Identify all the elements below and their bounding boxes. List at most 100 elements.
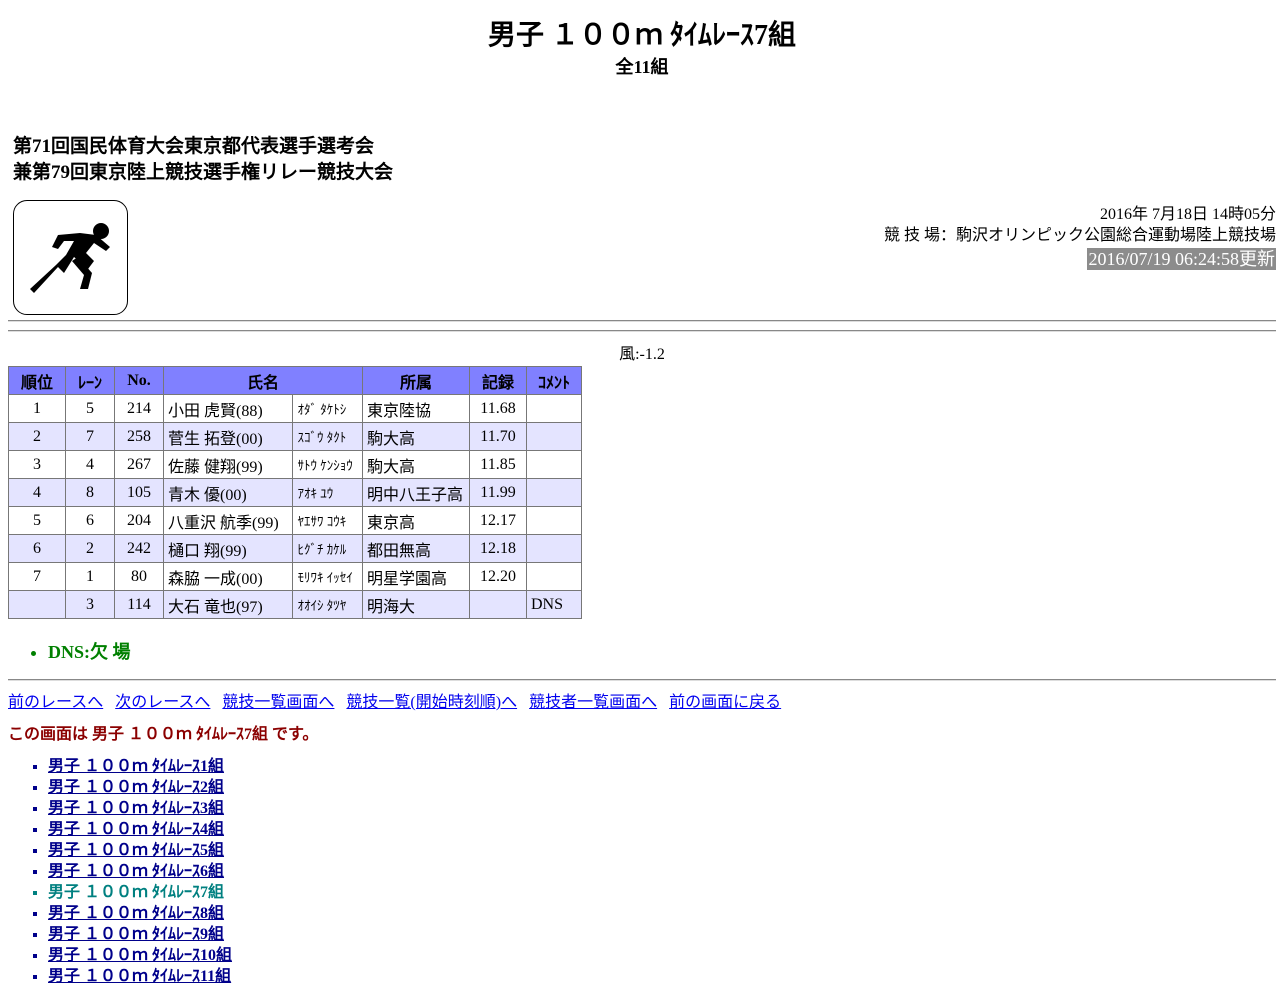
number-cell: 258 xyxy=(114,422,164,451)
comment-cell xyxy=(526,422,582,451)
race-datetime: 2016年 7月18日 14時05分 xyxy=(1099,206,1276,223)
next-race-link[interactable]: 次のレースへ xyxy=(115,694,210,711)
record-cell: 11.85 xyxy=(469,450,527,479)
prev-race-link[interactable]: 前のレースへ xyxy=(8,694,103,711)
table-header-row: 順位 ﾚｰﾝ No. 氏名 所属 記録 ｺﾒﾝﾄ xyxy=(8,366,582,395)
kana-cell: ｵｵｲｼ ﾀﾂﾔ xyxy=(292,590,363,619)
lane-cell: 4 xyxy=(65,450,115,479)
group-item[interactable]: 男子 １００ｍ ﾀｲﾑﾚｰｽ1組 xyxy=(48,756,232,777)
col-lane: ﾚｰﾝ xyxy=(65,366,115,395)
team-cell: 東京高 xyxy=(362,506,470,535)
table-row: 1 5 214 小田 虎賢(88) ｵﾀﾞ ﾀｹﾄｼ 東京陸協 11.68 xyxy=(8,394,582,423)
comment-cell xyxy=(526,450,582,479)
kana-cell: ｽｺﾞｳ ﾀｸﾄ xyxy=(292,422,363,451)
record-cell xyxy=(469,590,527,619)
number-cell: 80 xyxy=(114,562,164,591)
meet-name-line1: 第71回国民体育大会東京都代表選手選考会 xyxy=(13,136,375,157)
divider xyxy=(8,320,1276,322)
group-item[interactable]: 男子 １００ｍ ﾀｲﾑﾚｰｽ8組 xyxy=(48,903,232,924)
kana-cell: ﾋｸﾞﾁ ｶｹﾙ xyxy=(292,534,363,563)
group-item[interactable]: 男子 １００ｍ ﾀｲﾑﾚｰｽ3組 xyxy=(48,798,232,819)
nav-links: 前のレースへ 次のレースへ 競技一覧画面へ 競技一覧(開始時刻順)へ 競技者一覧… xyxy=(8,688,789,712)
group-link[interactable]: 男子 １００ｍ ﾀｲﾑﾚｰｽ11組 xyxy=(48,968,231,985)
table-row: 3 4 267 佐藤 健翔(99) ｻﾄｳ ｹﾝｼｮｳ 駒大高 11.85 xyxy=(8,450,582,479)
results-table: 順位 ﾚｰﾝ No. 氏名 所属 記録 ｺﾒﾝﾄ 1 5 214 小田 虎賢(88) ｵ… xyxy=(8,366,582,619)
group-item[interactable]: 男子 １００ｍ ﾀｲﾑﾚｰｽ9組 xyxy=(48,924,232,945)
name-cell: 大石 竜也(97) xyxy=(162,590,294,619)
team-cell: 明中八王子高 xyxy=(362,478,470,507)
group-item[interactable]: 男子 １００ｍ ﾀｲﾑﾚｰｽ5組 xyxy=(48,840,232,861)
table-row: 7 1 80 森脇 一成(00) ﾓﾘﾜｷ ｲｯｾｲ 明星学園高 12.20 xyxy=(8,562,582,591)
col-number: No. xyxy=(114,366,164,395)
group-link[interactable]: 男子 １００ｍ ﾀｲﾑﾚｰｽ5組 xyxy=(48,842,224,859)
number-cell: 114 xyxy=(114,590,164,619)
meet-name: 第71回国民体育大会東京都代表選手選考会 兼第79回東京陸上競技選手権リレー競技… xyxy=(13,134,393,186)
divider xyxy=(8,330,1276,332)
table-row: 4 8 105 青木 優(00) ｱｵｷ ﾕｳ 明中八王子高 11.99 xyxy=(8,478,582,507)
group-count: 全11組 xyxy=(615,57,669,77)
col-record: 記録 xyxy=(469,366,527,395)
rank-cell: 1 xyxy=(8,394,66,423)
group-item[interactable]: 男子 １００ｍ ﾀｲﾑﾚｰｽ11組 xyxy=(48,966,232,987)
group-link[interactable]: 男子 １００ｍ ﾀｲﾑﾚｰｽ2組 xyxy=(48,779,224,796)
col-name: 氏名 xyxy=(163,366,363,395)
lane-cell: 5 xyxy=(65,394,115,423)
record-cell: 12.17 xyxy=(469,506,527,535)
team-cell: 駒大高 xyxy=(362,422,470,451)
comment-cell xyxy=(526,534,582,563)
group-link[interactable]: 男子 １００ｍ ﾀｲﾑﾚｰｽ8組 xyxy=(48,905,224,922)
kana-cell: ｻﾄｳ ｹﾝｼｮｳ xyxy=(292,450,363,479)
team-cell: 駒大高 xyxy=(362,450,470,479)
back-link[interactable]: 前の画面に戻る xyxy=(669,694,781,711)
group-item[interactable]: 男子 １００ｍ ﾀｲﾑﾚｰｽ2組 xyxy=(48,777,232,798)
table-row: 5 6 204 八重沢 航季(99) ﾔｴｻﾜ ｺｳｷ 東京高 12.17 xyxy=(8,506,582,535)
group-link[interactable]: 男子 １００ｍ ﾀｲﾑﾚｰｽ3組 xyxy=(48,800,224,817)
group-item[interactable]: 男子 １００ｍ ﾀｲﾑﾚｰｽ6組 xyxy=(48,861,232,882)
group-item[interactable]: 男子 １００ｍ ﾀｲﾑﾚｰｽ4組 xyxy=(48,819,232,840)
kana-cell: ｱｵｷ ﾕｳ xyxy=(292,478,363,507)
event-list-link[interactable]: 競技一覧画面へ xyxy=(222,694,334,711)
rank-cell xyxy=(8,590,66,619)
number-cell: 242 xyxy=(114,534,164,563)
event-list-time-link[interactable]: 競技一覧(開始時刻順)へ xyxy=(346,694,517,711)
group-link[interactable]: 男子 １００ｍ ﾀｲﾑﾚｰｽ1組 xyxy=(48,758,224,775)
current-screen-notice: この画面は 男子 １００ｍ ﾀｲﾑﾚｰｽ7組 です。 xyxy=(8,726,319,743)
team-cell: 明海大 xyxy=(362,590,470,619)
group-link[interactable]: 男子 １００ｍ ﾀｲﾑﾚｰｽ4組 xyxy=(48,821,224,838)
group-link[interactable]: 男子 １００ｍ ﾀｲﾑﾚｰｽ10組 xyxy=(48,947,232,964)
name-cell: 樋口 翔(99) xyxy=(162,534,294,563)
group-item[interactable]: 男子 １００ｍ ﾀｲﾑﾚｰｽ10組 xyxy=(48,945,232,966)
group-link[interactable]: 男子 １００ｍ ﾀｲﾑﾚｰｽ9組 xyxy=(48,926,224,943)
col-comment: ｺﾒﾝﾄ xyxy=(526,366,582,395)
name-cell: 小田 虎賢(88) xyxy=(162,394,294,423)
lane-cell: 1 xyxy=(65,562,115,591)
athlete-list-link[interactable]: 競技者一覧画面へ xyxy=(529,694,657,711)
group-link[interactable]: 男子 １００ｍ ﾀｲﾑﾚｰｽ6組 xyxy=(48,863,224,880)
record-cell: 11.68 xyxy=(469,394,527,423)
number-cell: 105 xyxy=(114,478,164,507)
name-cell: 佐藤 健翔(99) xyxy=(162,450,294,479)
comment-cell: DNS xyxy=(526,590,582,619)
venue: 競 技 場：駒沢オリンピック公園総合運動場陸上競技場 xyxy=(883,227,1276,244)
comment-cell xyxy=(526,506,582,535)
rank-cell: 7 xyxy=(8,562,66,591)
record-cell: 11.70 xyxy=(469,422,527,451)
meet-name-line2: 兼第79回東京陸上競技選手権リレー競技大会 xyxy=(13,162,394,183)
lane-cell: 7 xyxy=(65,422,115,451)
group-item: 男子 １００ｍ ﾀｲﾑﾚｰｽ7組 xyxy=(48,882,232,903)
kana-cell: ﾔｴｻﾜ ｺｳｷ xyxy=(292,506,363,535)
group-current-label: 男子 １００ｍ ﾀｲﾑﾚｰｽ7組 xyxy=(48,884,225,901)
name-cell: 青木 優(00) xyxy=(162,478,294,507)
comment-cell xyxy=(526,478,582,507)
wind-reading: 風:-1.2 xyxy=(619,346,665,363)
group-list: 男子 １００ｍ ﾀｲﾑﾚｰｽ1組男子 １００ｍ ﾀｲﾑﾚｰｽ2組男子 １００ｍ … xyxy=(48,756,232,987)
comment-cell xyxy=(526,394,582,423)
name-cell: 八重沢 航季(99) xyxy=(162,506,294,535)
number-cell: 204 xyxy=(114,506,164,535)
number-cell: 214 xyxy=(114,394,164,423)
team-cell: 都田無高 xyxy=(362,534,470,563)
number-cell: 267 xyxy=(114,450,164,479)
page-title: 男子 １００ｍ ﾀｲﾑﾚｰｽ7組 xyxy=(487,20,796,51)
legend: DNS:欠 場 xyxy=(48,638,131,664)
rank-cell: 6 xyxy=(8,534,66,563)
